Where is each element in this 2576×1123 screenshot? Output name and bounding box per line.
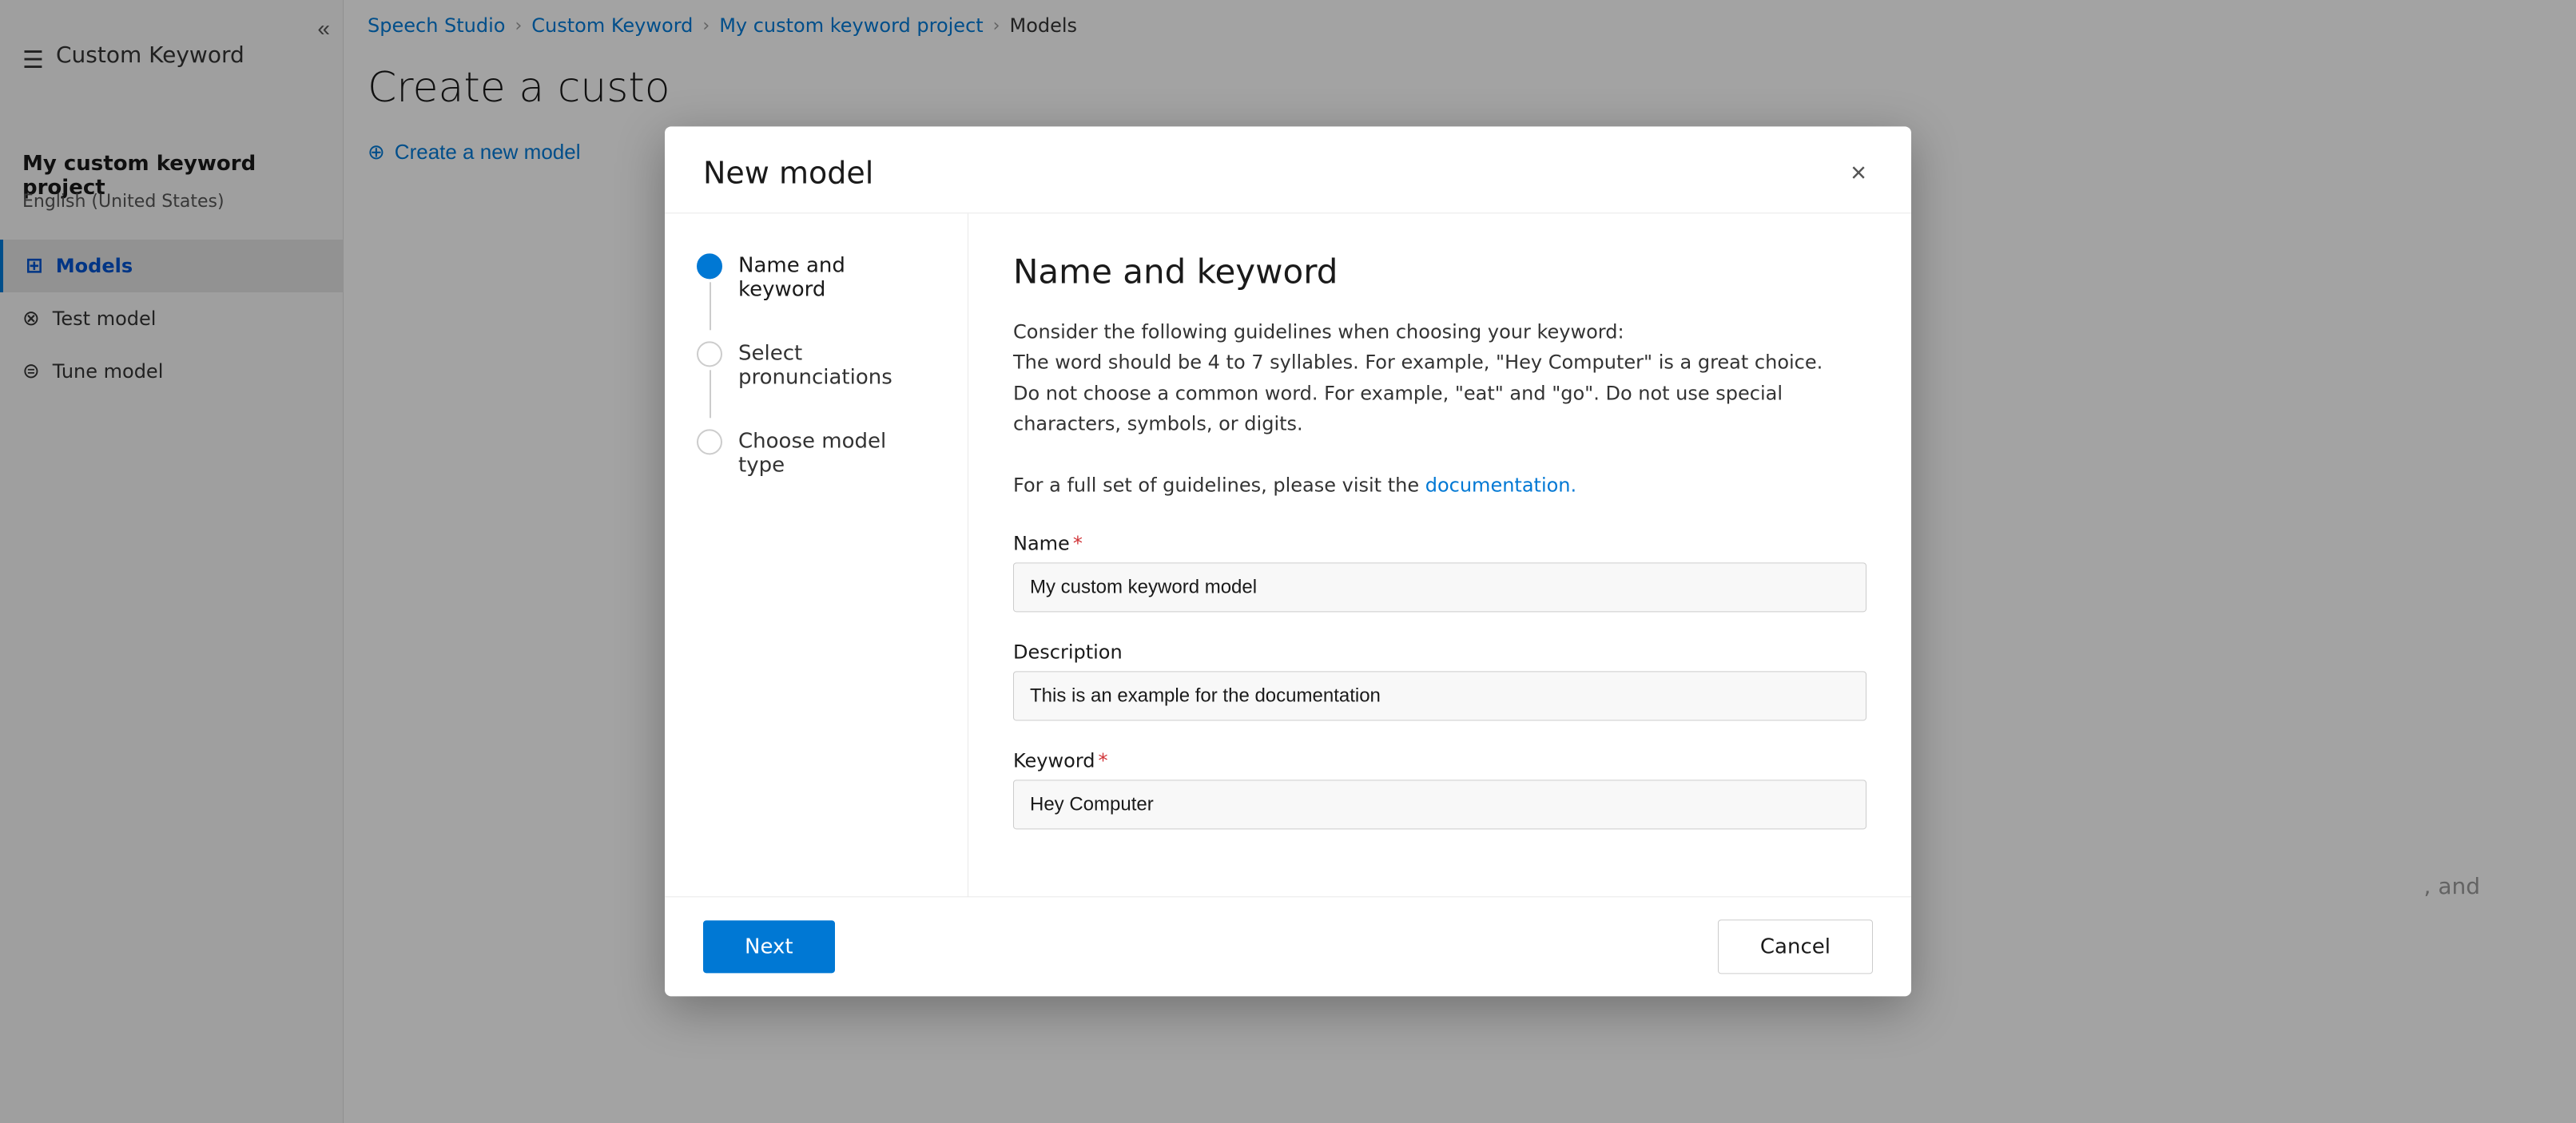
- step-1-indicator: [697, 253, 722, 279]
- description-form-group: Description: [1013, 641, 1866, 721]
- name-input[interactable]: [1013, 563, 1866, 613]
- step-2-label[interactable]: Select pronunciations: [738, 339, 936, 389]
- keyword-required-marker: *: [1099, 750, 1108, 772]
- keyword-input[interactable]: [1013, 780, 1866, 830]
- guideline-line3: Do not choose a common word. For example…: [1013, 382, 1783, 435]
- name-form-group: Name*: [1013, 533, 1866, 613]
- name-label-text: Name: [1013, 533, 1070, 555]
- name-required-marker: *: [1073, 533, 1083, 555]
- step-3-indicator: [697, 429, 722, 454]
- step-3: Choose model type: [697, 427, 936, 477]
- close-icon: ×: [1851, 157, 1866, 188]
- step-3-label[interactable]: Choose model type: [738, 427, 936, 477]
- description-label-text: Description: [1013, 641, 1123, 664]
- guideline-line2: The word should be 4 to 7 syllables. For…: [1013, 351, 1823, 374]
- keyword-label: Keyword*: [1013, 750, 1866, 772]
- content-panel: Name and keyword Consider the following …: [968, 213, 1911, 896]
- guideline-line4: For a full set of guidelines, please vis…: [1013, 474, 1419, 496]
- description-input[interactable]: [1013, 672, 1866, 721]
- modal-close-button[interactable]: ×: [1844, 156, 1873, 189]
- guidelines-text: Consider the following guidelines when c…: [1013, 316, 1866, 500]
- step-2-indicator: [697, 341, 722, 367]
- modal-title: New model: [703, 155, 873, 190]
- cancel-button[interactable]: Cancel: [1718, 920, 1873, 974]
- description-label: Description: [1013, 641, 1866, 664]
- new-model-dialog: New model × Name and keyword Select pron…: [665, 126, 1911, 996]
- modal-footer: Next Cancel: [665, 897, 1911, 997]
- content-heading: Name and keyword: [1013, 252, 1866, 291]
- step-1-label[interactable]: Name and keyword: [738, 252, 936, 301]
- name-label: Name*: [1013, 533, 1866, 555]
- step-2: Select pronunciations: [697, 339, 936, 389]
- next-button[interactable]: Next: [703, 921, 835, 974]
- keyword-form-group: Keyword*: [1013, 750, 1866, 830]
- modal-body: Name and keyword Select pronunciations C…: [665, 213, 1911, 896]
- steps-panel: Name and keyword Select pronunciations C…: [665, 213, 968, 896]
- step-1: Name and keyword: [697, 252, 936, 301]
- keyword-label-text: Keyword: [1013, 750, 1095, 772]
- guideline-line1: Consider the following guidelines when c…: [1013, 320, 1624, 343]
- documentation-link[interactable]: documentation.: [1425, 474, 1576, 496]
- modal-header: New model ×: [665, 126, 1911, 213]
